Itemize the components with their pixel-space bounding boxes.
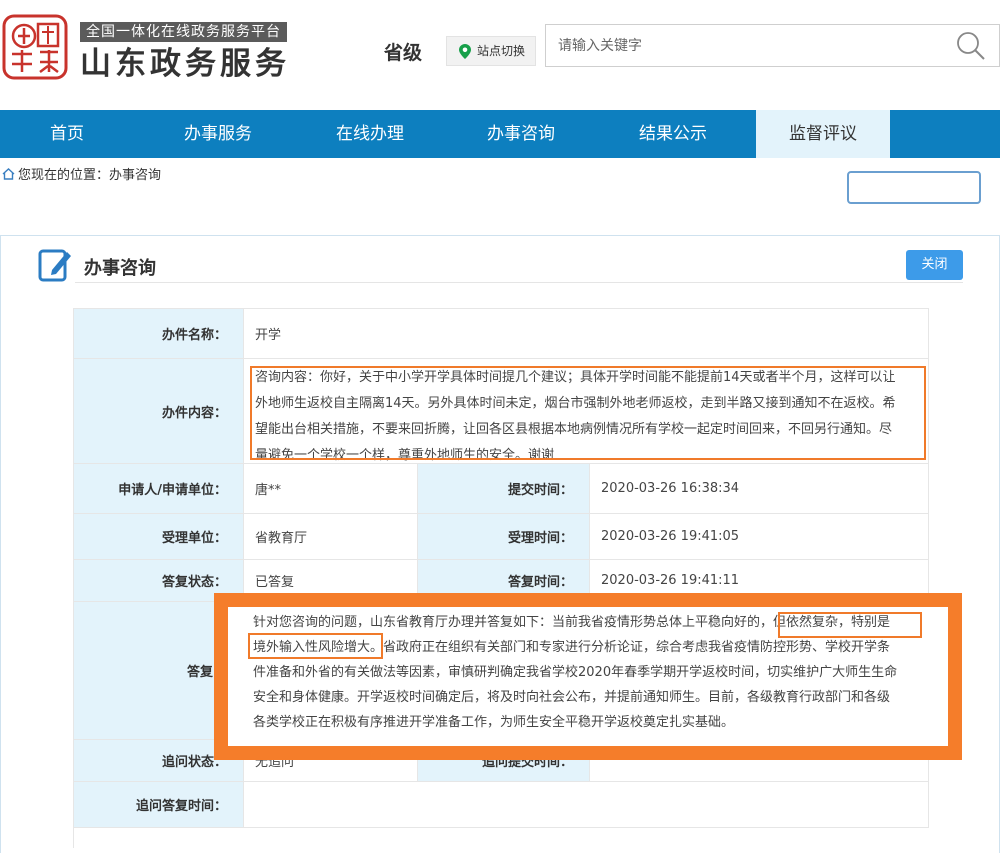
accept-unit-value: 省教育厅	[244, 514, 418, 560]
reply-status-value: 已答复	[244, 560, 418, 602]
item-name-value: 开学	[244, 309, 929, 359]
content-value: 咨询内容：你好，关于中小学开学具体时间提几个建议；具体开学时间能不能提前14天或…	[244, 359, 929, 464]
site-switch-label: 站点切换	[477, 44, 526, 58]
content-line: 外地师生返校自主隔离14天。另外具体时间未定，烟台市强制外地老师返校，走到半路又…	[255, 396, 896, 411]
followup-reply-value	[244, 782, 929, 828]
close-button[interactable]: 关闭	[906, 250, 963, 280]
site-switch-button[interactable]: 站点切换	[446, 36, 536, 66]
nav-item-results[interactable]: 结果公示	[605, 110, 741, 158]
content-line: 咨询内容：你好，关于中小学开学具体时间提几个建议；具体开学时间能不能提前14天或…	[255, 370, 896, 385]
content-label: 办件内容：	[74, 359, 244, 464]
followup-time-value	[590, 740, 929, 782]
applicant-label: 申请人/申请单位：	[74, 464, 244, 514]
nav-item-home[interactable]: 首页	[0, 110, 134, 158]
location-pin-icon	[459, 44, 471, 59]
site-name[interactable]: 山东政务服务	[80, 44, 290, 84]
panel-title: 办事咨询	[84, 258, 156, 279]
shandong-seal-logo[interactable]	[2, 14, 68, 80]
search-box	[545, 24, 1000, 67]
nav-item-consultation[interactable]: 办事咨询	[453, 110, 589, 158]
breadcrumb-text: 您现在的位置：办事咨询	[18, 168, 162, 183]
followup-status-label: 追问状态：	[74, 740, 244, 782]
edit-document-icon	[38, 249, 71, 282]
nav-item-supervision[interactable]: 监督评议	[756, 110, 890, 158]
reply-content-label: 答复内容	[74, 602, 244, 740]
reply-line: 境外输入性风险增大。省政府正在组织有关部门和专家进行分析论证，综合考虑我省疫情防…	[253, 640, 891, 655]
reply-time-label: 答复时间：	[418, 560, 590, 602]
accept-unit-label: 受理单位：	[74, 514, 244, 560]
followup-status-value: 无追问	[244, 740, 418, 782]
level-label: 省级	[384, 42, 423, 64]
followup-time-label: 追问提交时间：	[418, 740, 590, 782]
reply-line: 各类学校正在积极有序推进开学准备工作，为师生安全平稳开学返校奠定扎实基础。	[253, 715, 735, 730]
nav-item-services[interactable]: 办事服务	[150, 110, 286, 158]
platform-tag: 全国一体化在线政务服务平台	[80, 22, 287, 42]
breadcrumb: 您现在的位置：办事咨询	[2, 168, 161, 184]
reply-line: 针对您咨询的问题，山东省教育厅办理并答复如下：当前我省疫情形势总体上平稳向好的，…	[253, 615, 891, 630]
reply-content-value: 针对您咨询的问题，山东省教育厅办理并答复如下：当前我省疫情形势总体上平稳向好的，…	[228, 606, 946, 746]
applicant-value: 唐**	[244, 464, 418, 514]
reply-status-label: 答复状态：	[74, 560, 244, 602]
home-icon[interactable]	[2, 168, 15, 180]
accept-time-value: 2020-03-26 19:41:05	[590, 514, 929, 560]
reply-line: 安全和身体健康。开学返校时间确定后，将及时向社会公布，并提前通知师生。目前，各级…	[253, 690, 891, 705]
panel-divider	[75, 282, 963, 283]
main-nav: 首页 办事服务 在线办理 办事咨询 结果公示 监督评议	[0, 110, 1000, 158]
reply-time-value: 2020-03-26 19:41:11	[590, 560, 929, 602]
nav-item-online-handling[interactable]: 在线办理	[302, 110, 438, 158]
item-name-label: 办件名称：	[74, 309, 244, 359]
site-header: 全国一体化在线政务服务平台 山东政务服务 省级 站点切换	[0, 0, 1000, 108]
search-input[interactable]	[546, 25, 946, 66]
followup-reply-label: 追问答复时间：	[74, 782, 244, 828]
content-line: 望能出台相关措施，不要来回折腾，让回各区县根据本地病例情况所有学校一起定时间回来…	[255, 422, 893, 437]
reply-line: 件准备和外省的有关做法等因素，审慎研判确定我省学校2020年春季学期开学返校时间…	[253, 665, 898, 680]
accept-time-label: 受理时间：	[418, 514, 590, 560]
search-icon[interactable]	[955, 30, 987, 62]
outlined-button[interactable]	[847, 171, 981, 204]
submit-time-value: 2020-03-26 16:38:34	[590, 464, 929, 514]
submit-time-label: 提交时间：	[418, 464, 590, 514]
